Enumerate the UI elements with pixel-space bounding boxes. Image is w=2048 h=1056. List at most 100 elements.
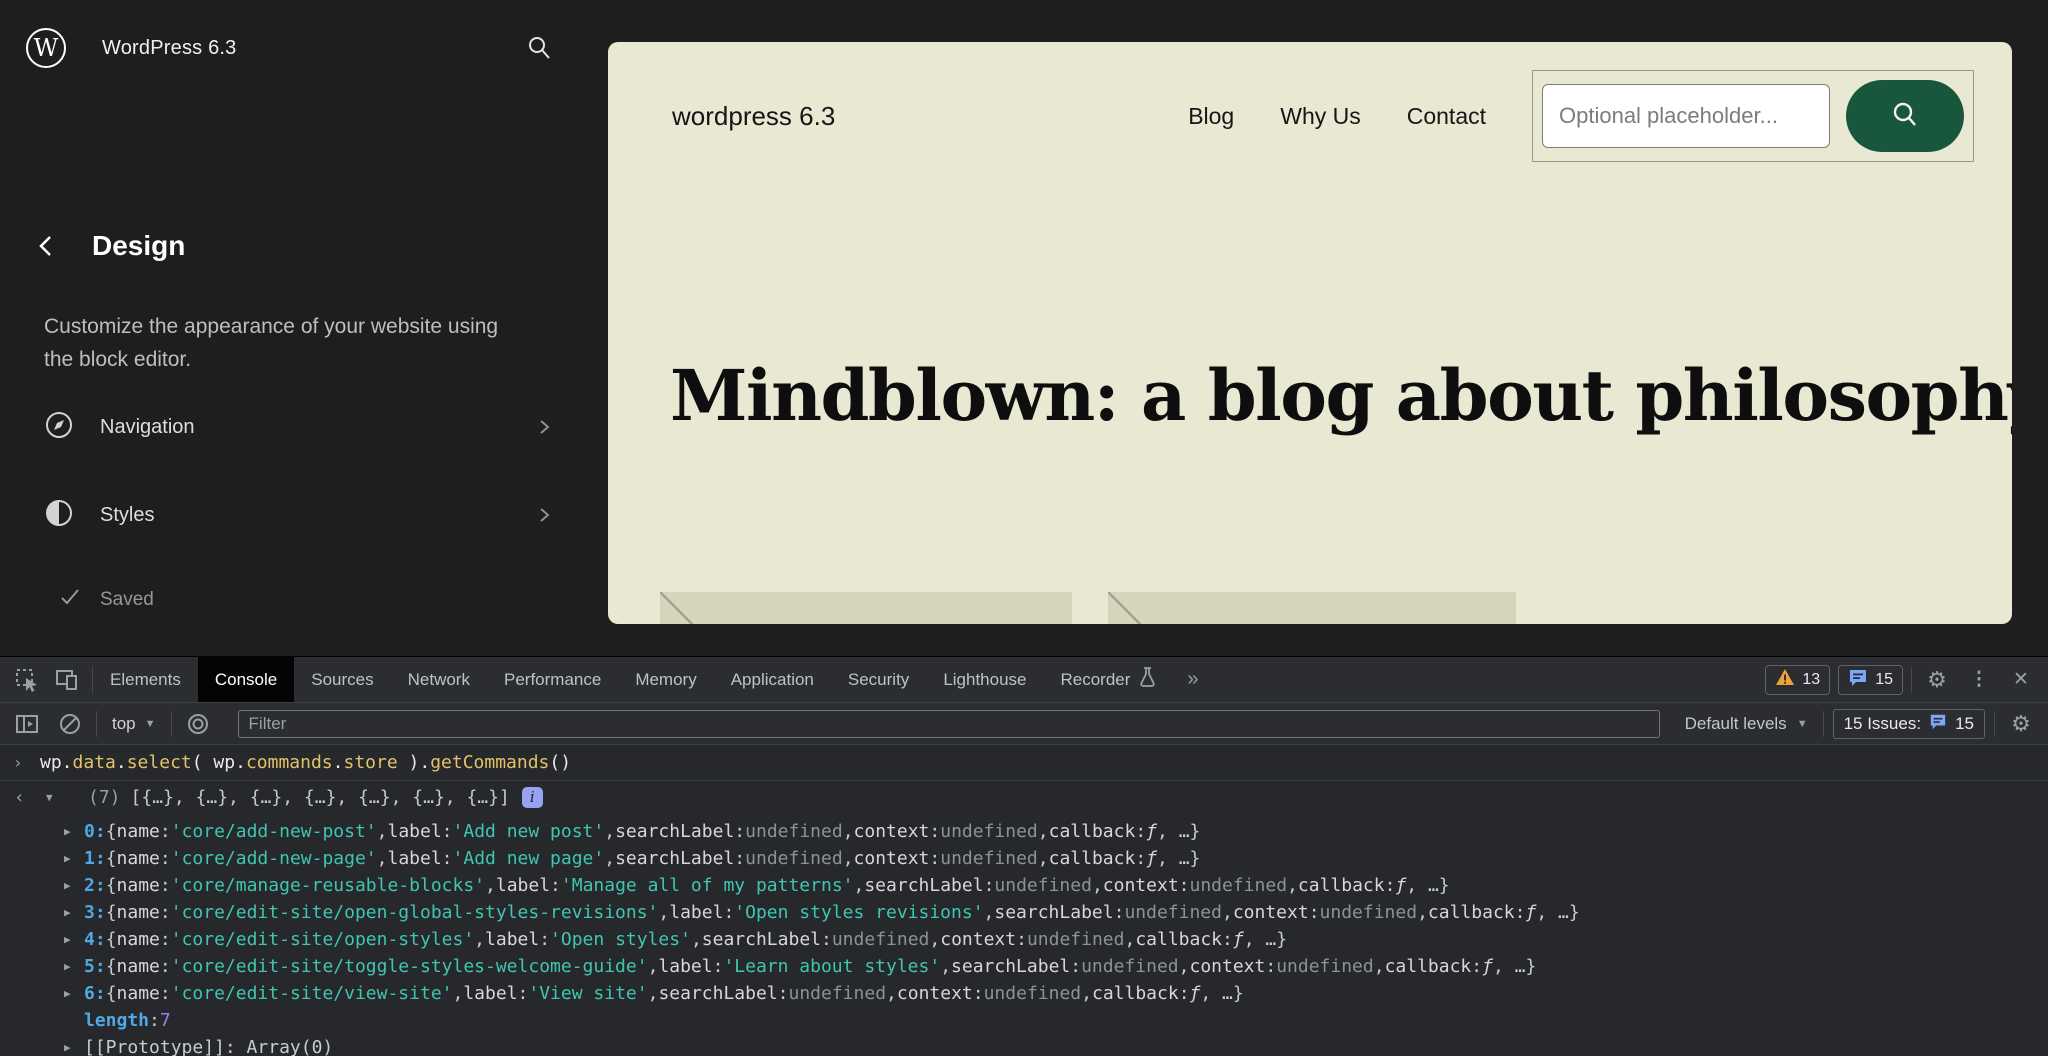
- search-icon[interactable]: [522, 31, 556, 65]
- console-token: :: [734, 821, 745, 842]
- site-title[interactable]: wordpress 6.3: [672, 101, 835, 132]
- inspect-element-icon[interactable]: [10, 663, 44, 697]
- site-nav-link-why-us[interactable]: Why Us: [1280, 103, 1361, 130]
- console-token: 'Open styles revisions': [734, 902, 983, 923]
- console-token: ,: [604, 848, 615, 869]
- sidebar-item-label: Styles: [100, 504, 154, 527]
- tab-recorder[interactable]: Recorder: [1044, 657, 1174, 702]
- console-sidebar-toggle-icon[interactable]: [10, 707, 44, 741]
- console-token: :: [1070, 956, 1081, 977]
- issues-counter[interactable]: 15 Issues: 15: [1833, 709, 1985, 739]
- back-chevron-icon[interactable]: [36, 233, 56, 259]
- tab-sources[interactable]: Sources: [294, 657, 390, 702]
- site-preview-frame[interactable]: wordpress 6.3 BlogWhy UsContact Mindblow…: [608, 42, 2012, 624]
- tab-console[interactable]: Console: [198, 657, 294, 702]
- console-token: :: [1016, 929, 1027, 950]
- console-token: ƒ: [1525, 902, 1536, 923]
- console-token: :: [723, 902, 734, 923]
- expand-triangle-icon[interactable]: ▶: [64, 933, 71, 946]
- console-settings-gear-icon[interactable]: ⚙: [2004, 707, 2038, 741]
- close-icon[interactable]: ✕: [2004, 663, 2038, 697]
- warnings-badge[interactable]: 13: [1765, 665, 1830, 695]
- tab-memory[interactable]: Memory: [618, 657, 713, 702]
- tab-security[interactable]: Security: [831, 657, 926, 702]
- flask-icon: [1139, 667, 1156, 692]
- console-token: 7: [160, 1010, 171, 1031]
- settings-gear-icon[interactable]: ⚙: [1920, 663, 1954, 697]
- console-token: :: [734, 848, 745, 869]
- wordpress-logo-icon[interactable]: W: [26, 28, 66, 68]
- array-item-row[interactable]: ▶6: {name: 'core/edit-site/view-site', l…: [0, 980, 2048, 1007]
- console-token: {: [106, 929, 117, 950]
- console-token: :: [539, 929, 550, 950]
- wp-admin-sidebar: W WordPress 6.3 Design Customize the app…: [0, 0, 608, 656]
- expand-triangle-icon[interactable]: ▶: [64, 1041, 71, 1054]
- expand-triangle-icon[interactable]: ▶: [64, 879, 71, 892]
- more-tabs-button[interactable]: »: [1173, 657, 1212, 702]
- console-token: 0:: [84, 821, 106, 842]
- collapse-triangle-icon[interactable]: ▼: [46, 791, 53, 804]
- sidebar-item-styles[interactable]: Styles: [28, 486, 568, 544]
- array-item-row[interactable]: ▶4: {name: 'core/edit-site/open-styles',…: [0, 926, 2048, 953]
- tab-performance[interactable]: Performance: [487, 657, 618, 702]
- console-token: label: [485, 929, 539, 950]
- console-token: ,: [984, 902, 995, 923]
- console-token: {: [106, 956, 117, 977]
- log-levels-label: Default levels: [1685, 714, 1787, 734]
- expand-triangle-icon[interactable]: ▶: [64, 825, 71, 838]
- tab-network[interactable]: Network: [391, 657, 487, 702]
- console-token: ,: [453, 983, 464, 1004]
- messages-badge[interactable]: 15: [1838, 665, 1903, 695]
- console-token: :: [973, 983, 984, 1004]
- devtools-left-icons: [0, 657, 92, 702]
- site-search-button[interactable]: [1846, 80, 1964, 152]
- prototype-row[interactable]: ▶[[Prototype]]: Array(0): [0, 1034, 2048, 1056]
- console-output: › wp.data.select( wp.commands.store ).ge…: [0, 745, 2048, 1056]
- expand-triangle-icon[interactable]: ▶: [64, 852, 71, 865]
- expand-triangle-icon[interactable]: ▶: [64, 987, 71, 1000]
- console-token: callback: [1298, 875, 1385, 896]
- wp-admin-header: W WordPress 6.3: [26, 28, 556, 68]
- tab-lighthouse[interactable]: Lighthouse: [926, 657, 1043, 702]
- app-root: W WordPress 6.3 Design Customize the app…: [0, 0, 2048, 1056]
- console-token: searchLabel: [994, 902, 1113, 923]
- site-nav-link-contact[interactable]: Contact: [1407, 103, 1486, 130]
- sidebar-item-navigation[interactable]: Navigation: [28, 398, 568, 456]
- console-token: 'View site': [528, 983, 647, 1004]
- array-item-row[interactable]: ▶3: {name: 'core/edit-site/open-global-s…: [0, 899, 2048, 926]
- site-nav-link-blog[interactable]: Blog: [1188, 103, 1234, 130]
- array-item-row[interactable]: ▶0: {name: 'core/add-new-post', label: '…: [0, 818, 2048, 845]
- expand-triangle-icon[interactable]: ▶: [64, 960, 71, 973]
- tab-label: Network: [408, 670, 470, 690]
- array-item-row[interactable]: ▶1: {name: 'core/add-new-page', label: '…: [0, 845, 2048, 872]
- console-filter-input[interactable]: [238, 710, 1660, 738]
- log-levels-dropdown[interactable]: Default levels ▼: [1679, 714, 1814, 734]
- context-selector[interactable]: top ▼: [106, 714, 162, 734]
- console-token: , …}: [1157, 821, 1200, 842]
- console-command-row[interactable]: › wp.data.select( wp.commands.store ).ge…: [0, 745, 2048, 781]
- console-token: 'core/edit-site/view-site': [171, 983, 453, 1004]
- device-toolbar-icon[interactable]: [50, 663, 84, 697]
- console-token: name: [117, 983, 160, 1004]
- console-token: :: [713, 956, 724, 977]
- tab-application[interactable]: Application: [714, 657, 831, 702]
- console-token: :: [929, 821, 940, 842]
- info-badge-icon[interactable]: i: [522, 787, 543, 808]
- console-token: context: [1189, 956, 1265, 977]
- site-search-input[interactable]: [1542, 84, 1830, 148]
- tab-elements[interactable]: Elements: [93, 657, 198, 702]
- wp-version-title: WordPress 6.3: [102, 37, 237, 60]
- console-result-row[interactable]: ‹ ▼ (7) [{…}, {…}, {…}, {…}, {…}, {…}, {…: [0, 781, 2048, 813]
- array-length-row[interactable]: length: 7: [0, 1007, 2048, 1034]
- clear-console-icon[interactable]: [53, 707, 87, 741]
- array-item-row[interactable]: ▶2: {name: 'core/manage-reusable-blocks'…: [0, 872, 2048, 899]
- console-token: context: [854, 821, 930, 842]
- array-item-row[interactable]: ▶5: {name: 'core/edit-site/toggle-styles…: [0, 953, 2048, 980]
- console-token: searchLabel: [658, 983, 777, 1004]
- devtools-tabs: ElementsConsoleSources Network Performance…: [93, 657, 1173, 702]
- expand-triangle-icon[interactable]: ▶: [64, 906, 71, 919]
- console-token: searchLabel: [615, 848, 734, 869]
- live-expression-eye-icon[interactable]: [181, 707, 215, 741]
- kebab-menu-icon[interactable]: ⋮: [1962, 663, 1996, 697]
- array-length-preview: (7): [88, 787, 121, 808]
